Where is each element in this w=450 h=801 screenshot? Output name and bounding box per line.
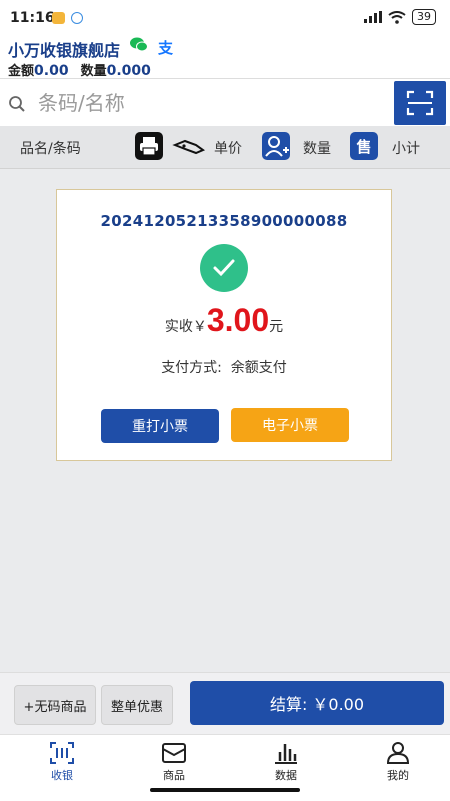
paid-amount: 3.00: [206, 302, 270, 338]
tab-data[interactable]: 数据: [246, 739, 326, 783]
battery-indicator: 39: [412, 9, 436, 25]
store-name: 小万收银旗舰店: [8, 41, 121, 60]
tab-label: 商品: [163, 769, 185, 782]
signal-icon: [364, 11, 382, 23]
home-indicator: [150, 788, 300, 792]
goods-icon: [162, 743, 186, 763]
reprint-receipt-button[interactable]: 重打小票: [101, 409, 219, 443]
sale-icon[interactable]: 售: [350, 132, 378, 160]
quantity-label: 数量: [80, 64, 107, 79]
amount-value: 0.00: [34, 63, 69, 79]
paid-unit: 元: [269, 319, 284, 335]
tab-cashier[interactable]: 收银: [22, 739, 102, 783]
user-icon: [386, 742, 410, 764]
quantity-value: 0.000: [106, 63, 151, 79]
column-price: 单价: [214, 141, 242, 157]
no-code-item-button[interactable]: +无码商品: [14, 685, 96, 725]
chart-icon: [275, 744, 297, 764]
status-time: 11:16: [10, 10, 55, 26]
column-subtotal: 小计: [392, 141, 420, 157]
action-bar: +无码商品 整单优惠 结算: ￥0.00: [0, 672, 450, 735]
cashier-icon: [50, 742, 74, 764]
search-bar: [0, 78, 450, 127]
scan-button[interactable]: [394, 81, 446, 125]
phone-app-icon: [71, 12, 83, 24]
status-bar: 11:16 39: [0, 0, 450, 34]
paid-amount-row: 实收￥3.00元: [57, 302, 391, 339]
alipay-icon: 支: [158, 39, 174, 57]
checkout-button[interactable]: 结算: ￥0.00: [190, 681, 444, 725]
payment-success-card: 20241205213358900000088 实收￥3.00元 支付方式: 余…: [56, 189, 392, 461]
search-input[interactable]: [36, 85, 380, 121]
tab-label: 收银: [51, 769, 73, 782]
add-member-icon[interactable]: [262, 132, 290, 160]
order-number: 20241205213358900000088: [100, 212, 348, 230]
printer-icon[interactable]: [135, 132, 163, 160]
tab-mine[interactable]: 我的: [358, 739, 438, 783]
app-header: 小万收银旗舰店 支 金额0.00 数量0.000: [0, 34, 450, 79]
tab-label: 我的: [387, 769, 409, 782]
notification-icon: [52, 12, 65, 24]
wechat-pay-icon: [130, 37, 148, 58]
cart-summary: 金额0.00 数量0.000: [8, 60, 151, 79]
column-quantity: 数量: [303, 141, 331, 157]
amount-label: 金额: [8, 64, 35, 79]
paid-label: 实收￥: [164, 319, 207, 335]
payment-method: 支付方式: 余额支付: [161, 360, 287, 376]
wifi-icon: [388, 10, 406, 24]
order-discount-button[interactable]: 整单优惠: [101, 685, 173, 725]
e-receipt-button[interactable]: 电子小票: [231, 408, 349, 442]
cart-column-header: 品名/条码 单价 数量 售 小计: [0, 126, 450, 169]
success-check-icon: [200, 244, 248, 292]
tab-label: 数据: [275, 769, 297, 782]
column-name: 品名/条码: [20, 141, 81, 157]
tab-goods[interactable]: 商品: [134, 739, 214, 783]
scan-icon: [406, 90, 434, 116]
search-icon: [9, 96, 25, 112]
cash-drawer-icon[interactable]: [172, 132, 206, 160]
